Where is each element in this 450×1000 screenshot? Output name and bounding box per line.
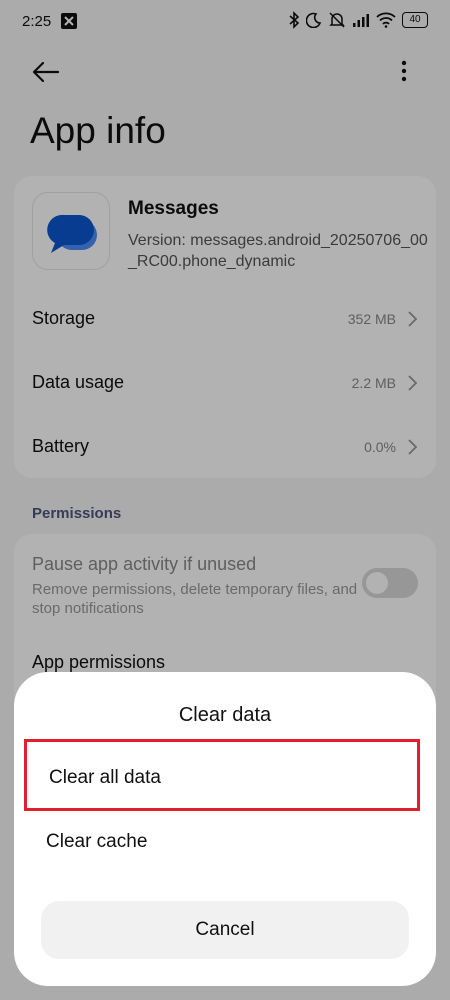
clear-cache-option[interactable]: Clear cache xyxy=(24,806,420,878)
clear-cache-label: Clear cache xyxy=(46,831,148,852)
clear-all-data-option[interactable]: Clear all data xyxy=(24,739,420,811)
clear-data-sheet: Clear data Clear all data Clear cache Ca… xyxy=(14,672,436,986)
cancel-label: Cancel xyxy=(195,919,255,940)
clear-all-data-label: Clear all data xyxy=(49,767,161,788)
cancel-button[interactable]: Cancel xyxy=(41,901,409,959)
sheet-title: Clear data xyxy=(178,704,272,726)
